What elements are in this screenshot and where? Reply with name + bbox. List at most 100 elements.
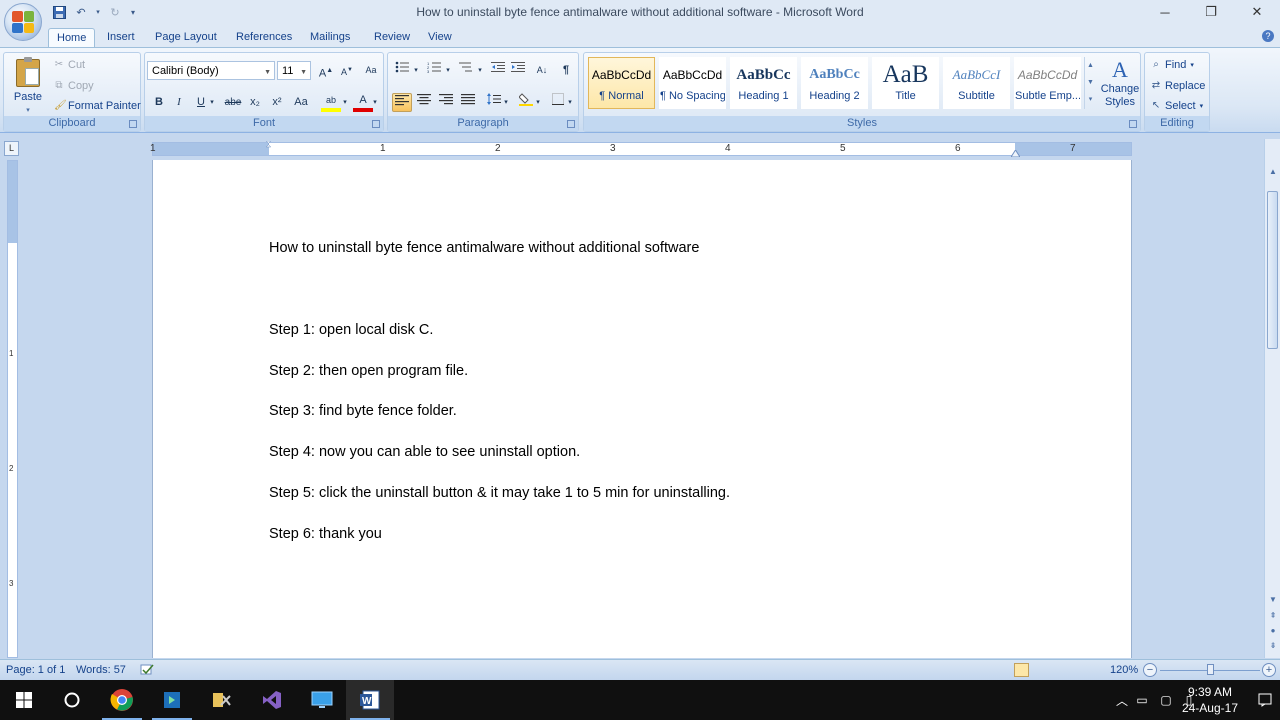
outline-view-icon[interactable] [1068,663,1083,677]
style-title[interactable]: AaB Title [872,57,939,109]
change-case-button[interactable]: Aa [291,93,311,112]
clear-formatting-button[interactable]: Aa [361,61,381,80]
bullets-dropdown-icon[interactable]: ▾ [412,61,420,80]
tab-references[interactable]: References [228,28,300,47]
multilevel-dropdown-icon[interactable]: ▾ [476,61,484,80]
font-color-dropdown-icon[interactable]: ▾ [371,93,379,112]
increase-indent-icon[interactable] [508,61,528,80]
zoom-in-icon[interactable]: + [1262,663,1276,677]
previous-page-icon[interactable]: ⇞ [1266,609,1280,623]
office-button[interactable] [4,3,42,41]
line-spacing-icon[interactable] [484,93,504,112]
page-count[interactable]: Page: 1 of 1 [6,664,65,676]
font-name-select[interactable]: Calibri (Body) ▼ [147,61,275,80]
print-layout-view-icon[interactable] [1014,663,1029,677]
replace-button[interactable]: ⇄ Replace [1151,80,1206,92]
grow-font-button[interactable]: A▲ [316,61,336,80]
zoom-out-icon[interactable]: − [1143,663,1157,677]
style-no-spacing[interactable]: AaBbCcDd ¶ No Spacing [659,57,726,109]
scroll-down-icon[interactable]: ▼ [1266,593,1280,607]
redo-icon[interactable]: ↻ [106,4,124,20]
web-layout-icon[interactable] [1050,663,1065,677]
strikethrough-button[interactable]: abe [223,93,243,112]
save-icon[interactable] [50,4,68,20]
borders-icon[interactable] [548,93,568,112]
monitor-taskbar-icon[interactable] [298,680,346,720]
shading-dropdown-icon[interactable]: ▾ [534,93,542,112]
tab-page-layout[interactable]: Page Layout [147,28,225,47]
find-button[interactable]: ⌕ Find ▾ [1151,59,1194,71]
tools-taskbar-icon[interactable] [198,680,246,720]
undo-dropdown-icon[interactable]: ▾ [94,4,102,20]
align-left-icon[interactable] [392,93,412,112]
font-launcher-icon[interactable] [372,120,380,128]
gallery-more-icon[interactable]: ▾ [1085,91,1096,108]
document-page[interactable]: How to uninstall byte fence antimalware … [152,160,1132,658]
zoom-level[interactable]: 120% [1110,664,1138,676]
zoom-slider-thumb[interactable] [1207,664,1214,675]
vertical-scrollbar[interactable]: ▲ ▼ ⇞ ● ⇟ [1264,139,1280,658]
style-subtitle[interactable]: AaBbCcI Subtitle [943,57,1010,109]
gallery-up-icon[interactable]: ▲ [1085,57,1096,74]
tab-view[interactable]: View [420,28,460,47]
visual-studio-taskbar-icon[interactable] [248,680,296,720]
shrink-font-button[interactable]: A▼ [337,61,357,80]
help-icon[interactable]: ? [1262,30,1274,42]
word-count[interactable]: Words: 57 [76,664,126,676]
horizontal-ruler[interactable]: 1 1 2 3 4 5 6 7 [150,141,1132,157]
clipboard-launcher-icon[interactable] [129,120,137,128]
font-size-select[interactable]: 11 ▼ [277,61,311,80]
underline-dropdown-icon[interactable]: ▾ [208,93,216,112]
close-button[interactable]: ✕ [1234,0,1280,24]
scroll-thumb[interactable] [1267,191,1278,349]
draft-view-icon[interactable] [1086,663,1101,677]
subscript-button[interactable]: x₂ [245,93,265,112]
proofing-icon[interactable] [140,664,154,679]
customize-qat-icon[interactable]: ▾ [128,4,138,20]
line-spacing-dropdown-icon[interactable]: ▾ [502,93,510,112]
tab-insert[interactable]: Insert [99,28,143,47]
full-screen-reading-icon[interactable] [1032,663,1047,677]
minimize-button[interactable]: ─ [1142,0,1188,24]
styles-launcher-icon[interactable] [1129,120,1137,128]
select-button[interactable]: ↖ Select ▾ [1151,100,1203,112]
show-hidden-icons-icon[interactable]: ︿ [1114,692,1130,709]
bold-button[interactable]: B [149,93,169,112]
italic-button[interactable]: I [169,93,189,112]
keyboard-icon[interactable]: ▭ [1130,693,1154,707]
paragraph-launcher-icon[interactable] [567,120,575,128]
paste-button[interactable]: Paste ▾ [10,57,46,114]
bullets-icon[interactable] [392,61,412,80]
justify-icon[interactable] [458,93,478,112]
format-painter-button[interactable]: 🖌 Format Painter [54,100,141,112]
tab-home[interactable]: Home [48,28,96,47]
undo-icon[interactable]: ↶ [72,4,90,20]
highlight-dropdown-icon[interactable]: ▾ [341,93,349,112]
tab-selector[interactable]: L [4,141,19,156]
right-indent-icon[interactable] [1011,150,1020,157]
chrome-taskbar-icon[interactable] [98,680,146,720]
numbering-icon[interactable]: 123 [424,61,444,80]
highlight-button[interactable]: ab [321,93,341,112]
cut-button[interactable]: ✂ Cut [54,59,85,71]
style-normal[interactable]: AaBbCcDd ¶ Normal [588,57,655,109]
superscript-button[interactable]: x² [267,93,287,112]
cortana-button[interactable] [48,680,96,720]
first-line-indent-icon[interactable] [264,141,273,148]
notifications-icon[interactable] [1250,680,1280,720]
style-subtle-emphasis[interactable]: AaBbCcDd Subtle Emp... [1014,57,1081,109]
borders-dropdown-icon[interactable]: ▾ [566,93,574,112]
change-styles-button[interactable]: A Change Styles [1098,57,1142,109]
sort-button[interactable]: A↓ [532,61,552,80]
scroll-up-icon[interactable]: ▲ [1266,165,1280,179]
vertical-ruler[interactable]: 1 2 3 [7,160,18,658]
maximize-button[interactable]: ❐ [1188,0,1234,24]
browse-object-icon[interactable]: ● [1266,624,1280,638]
taskbar-clock[interactable]: 9:39 AM 24-Aug-17 [1182,684,1238,716]
style-heading-1[interactable]: AaBbCc Heading 1 [730,57,797,109]
align-right-icon[interactable] [436,93,456,112]
align-center-icon[interactable] [414,93,434,112]
numbering-dropdown-icon[interactable]: ▾ [444,61,452,80]
copy-button[interactable]: ⧉ Copy [54,80,93,92]
tab-mailings[interactable]: Mailings [302,28,358,47]
